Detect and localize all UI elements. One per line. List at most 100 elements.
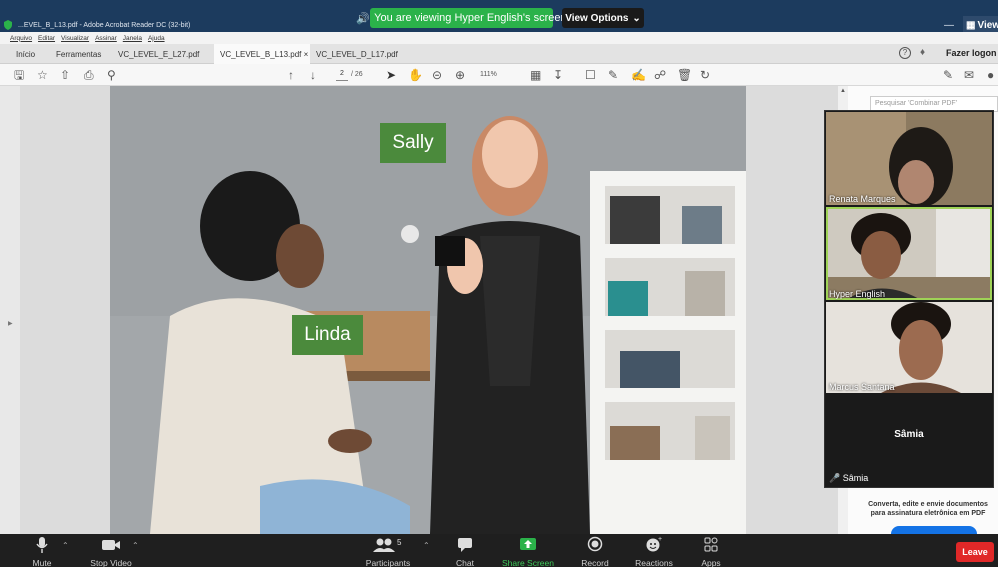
star-icon[interactable]: ☆ — [37, 68, 48, 82]
video-tile-hyper-english[interactable]: Hyper English — [826, 207, 992, 300]
tab-vc-level-e-l27[interactable]: VC_LEVEL_E_L27.pdf — [112, 44, 205, 64]
video-tile-marcus[interactable]: Marcus Santana — [826, 302, 992, 393]
muted-mic-icon: 🎤 — [829, 473, 841, 483]
participants-label: Participants — [365, 558, 411, 567]
chat-button[interactable]: Chat — [452, 536, 478, 567]
account-icon[interactable]: ● — [987, 68, 994, 82]
sally-label: Sally — [380, 123, 446, 163]
screen: ...EVEL_B_L13.pdf - Adobe Acrobat Reader… — [0, 0, 998, 567]
menu-item-assinar[interactable]: Assinar — [95, 35, 117, 42]
menu-item-arquivo[interactable]: Arquivo — [10, 35, 32, 42]
fill-sign-icon[interactable]: ✎ — [943, 68, 953, 82]
hand-tool-icon[interactable]: ✋ — [408, 68, 423, 82]
apps-icon — [698, 536, 724, 554]
participants-options-caret[interactable]: ⌃ — [423, 541, 430, 550]
mail-icon[interactable]: ✉ — [964, 68, 974, 82]
page-number-input[interactable]: 2 — [336, 70, 348, 81]
mute-button[interactable]: Mute — [28, 536, 56, 567]
scroll-up-icon[interactable]: ▲ — [840, 88, 846, 94]
participants-button[interactable]: 5 Participants — [362, 536, 414, 567]
tab-inicio[interactable]: Início — [10, 44, 41, 64]
reactions-label: Reactions — [635, 558, 673, 567]
page-down-icon[interactable]: ↓ — [310, 68, 316, 82]
record-icon — [580, 536, 610, 554]
comment-icon[interactable]: ☐ — [585, 68, 596, 82]
reactions-button[interactable]: + Reactions — [634, 536, 674, 567]
share-banner: 🔊 You are viewing Hyper English's screen — [356, 8, 567, 28]
participant-name: Marcus Santana — [829, 382, 895, 392]
video-camera-icon — [86, 536, 136, 554]
meeting-controls-bar: Mute ⌃ Stop Video ⌃ 5 Participants ⌃ Cha… — [0, 534, 998, 567]
participant-name: Renata Marques — [829, 194, 896, 204]
stamp-icon[interactable]: ☍ — [654, 68, 666, 82]
sign-icon[interactable]: ✍ — [631, 68, 646, 82]
acrobat-toolbar: 🖫 ☆ ⇧ ⎙ ⚲ ↑ ↓ 2 / 26 ➤ ✋ ⊝ ⊕ 111% ▦ ↧ ☐ … — [0, 64, 998, 86]
fit-page-icon[interactable]: ▦ — [530, 68, 541, 82]
rotate-icon[interactable]: ↻ — [700, 68, 710, 82]
trash-icon[interactable]: 🗑 — [677, 68, 692, 82]
page-total: / 26 — [351, 71, 363, 78]
upload-icon[interactable]: ⇧ — [60, 68, 70, 82]
leave-button[interactable]: Leave — [956, 542, 994, 562]
window-title-bar: ...EVEL_B_L13.pdf - Adobe Acrobat Reader… — [0, 0, 998, 34]
participant-name: Sâmia — [842, 473, 869, 483]
minimize-icon[interactable]: — — [944, 20, 954, 31]
renata-video — [826, 112, 992, 205]
reactions-icon: + — [634, 536, 674, 554]
svg-text:+: + — [658, 536, 662, 543]
share-screen-label: Share Screen — [502, 558, 554, 567]
help-icon[interactable]: ? — [899, 47, 911, 59]
print-icon[interactable]: ⎙ — [84, 68, 94, 82]
share-screen-icon — [502, 536, 554, 554]
view-options-button[interactable]: View Options ⌄ — [562, 8, 644, 28]
scroll-mode-icon[interactable]: ↧ — [553, 68, 563, 82]
tab-bar: Início Ferramentas VC_LEVEL_E_L27.pdf VC… — [0, 44, 998, 64]
menu-item-editar[interactable]: Editar — [38, 35, 55, 42]
bell-icon[interactable]: ♦ — [920, 47, 925, 58]
share-banner-text: You are viewing Hyper English's screen — [374, 12, 567, 24]
samia-muted-label: 🎤 Sâmia — [829, 473, 868, 484]
zoom-out-icon[interactable]: ⊝ — [432, 68, 442, 82]
record-label: Record — [581, 558, 609, 567]
page-up-icon[interactable]: ↑ — [288, 68, 294, 82]
save-icon[interactable]: 🖫 — [14, 68, 24, 82]
zoom-search-icon[interactable]: ⚲ — [107, 68, 116, 82]
video-tile-renata[interactable]: Renata Marques — [826, 112, 992, 205]
expand-left-pane-icon[interactable]: ▶ — [8, 320, 13, 327]
menu-item-visualizar[interactable]: Visualizar — [61, 35, 89, 42]
share-screen-button[interactable]: Share Screen — [502, 536, 554, 567]
select-cursor-icon[interactable]: ➤ — [386, 68, 396, 82]
promo-text: Converta, edite e envie documentos para … — [868, 501, 988, 517]
participant-name: Hyper English — [829, 289, 886, 299]
video-options-caret[interactable]: ⌃ — [132, 541, 139, 550]
app-title: ...EVEL_B_L13.pdf - Adobe Acrobat Reader… — [18, 22, 191, 29]
linda-label: Linda — [292, 315, 363, 355]
view-options-label: View Options — [565, 12, 629, 24]
participants-icon: 5 — [362, 536, 414, 554]
samia-tile-name: Sâmia — [894, 429, 924, 440]
tab-vc-level-d-l17[interactable]: VC_LEVEL_D_L17.pdf — [310, 44, 404, 64]
microphone-icon — [28, 536, 56, 554]
zoom-level-select[interactable]: 111% — [480, 71, 497, 78]
apps-button[interactable]: Apps — [698, 536, 724, 567]
pen-icon[interactable]: ✎ — [608, 68, 618, 82]
login-link[interactable]: Fazer logon — [946, 48, 997, 58]
document-page-photo: Sally Linda — [110, 86, 746, 534]
menu-item-ajuda[interactable]: Ajuda — [148, 35, 165, 42]
hyper-english-video — [826, 207, 992, 300]
tab-ferramentas[interactable]: Ferramentas — [50, 44, 107, 64]
marcus-video — [826, 302, 992, 393]
mute-label: Mute — [32, 558, 52, 567]
participant-video-panel: Renata Marques Hyper English Marcus Sant… — [824, 110, 994, 488]
record-button[interactable]: Record — [580, 536, 610, 567]
stop-video-button[interactable]: Stop Video — [86, 536, 136, 567]
zoom-in-icon[interactable]: ⊕ — [455, 68, 465, 82]
mute-options-caret[interactable]: ⌃ — [62, 541, 69, 550]
participants-count: 5 — [397, 538, 402, 547]
stop-video-label: Stop Video — [90, 558, 132, 567]
chat-label: Chat — [456, 558, 474, 567]
chat-icon — [452, 536, 478, 554]
apps-label: Apps — [701, 558, 721, 567]
tab-vc-level-b-l13[interactable]: VC_LEVEL_B_L13.pdf × — [214, 44, 310, 64]
menu-item-janela[interactable]: Janela — [123, 35, 142, 42]
